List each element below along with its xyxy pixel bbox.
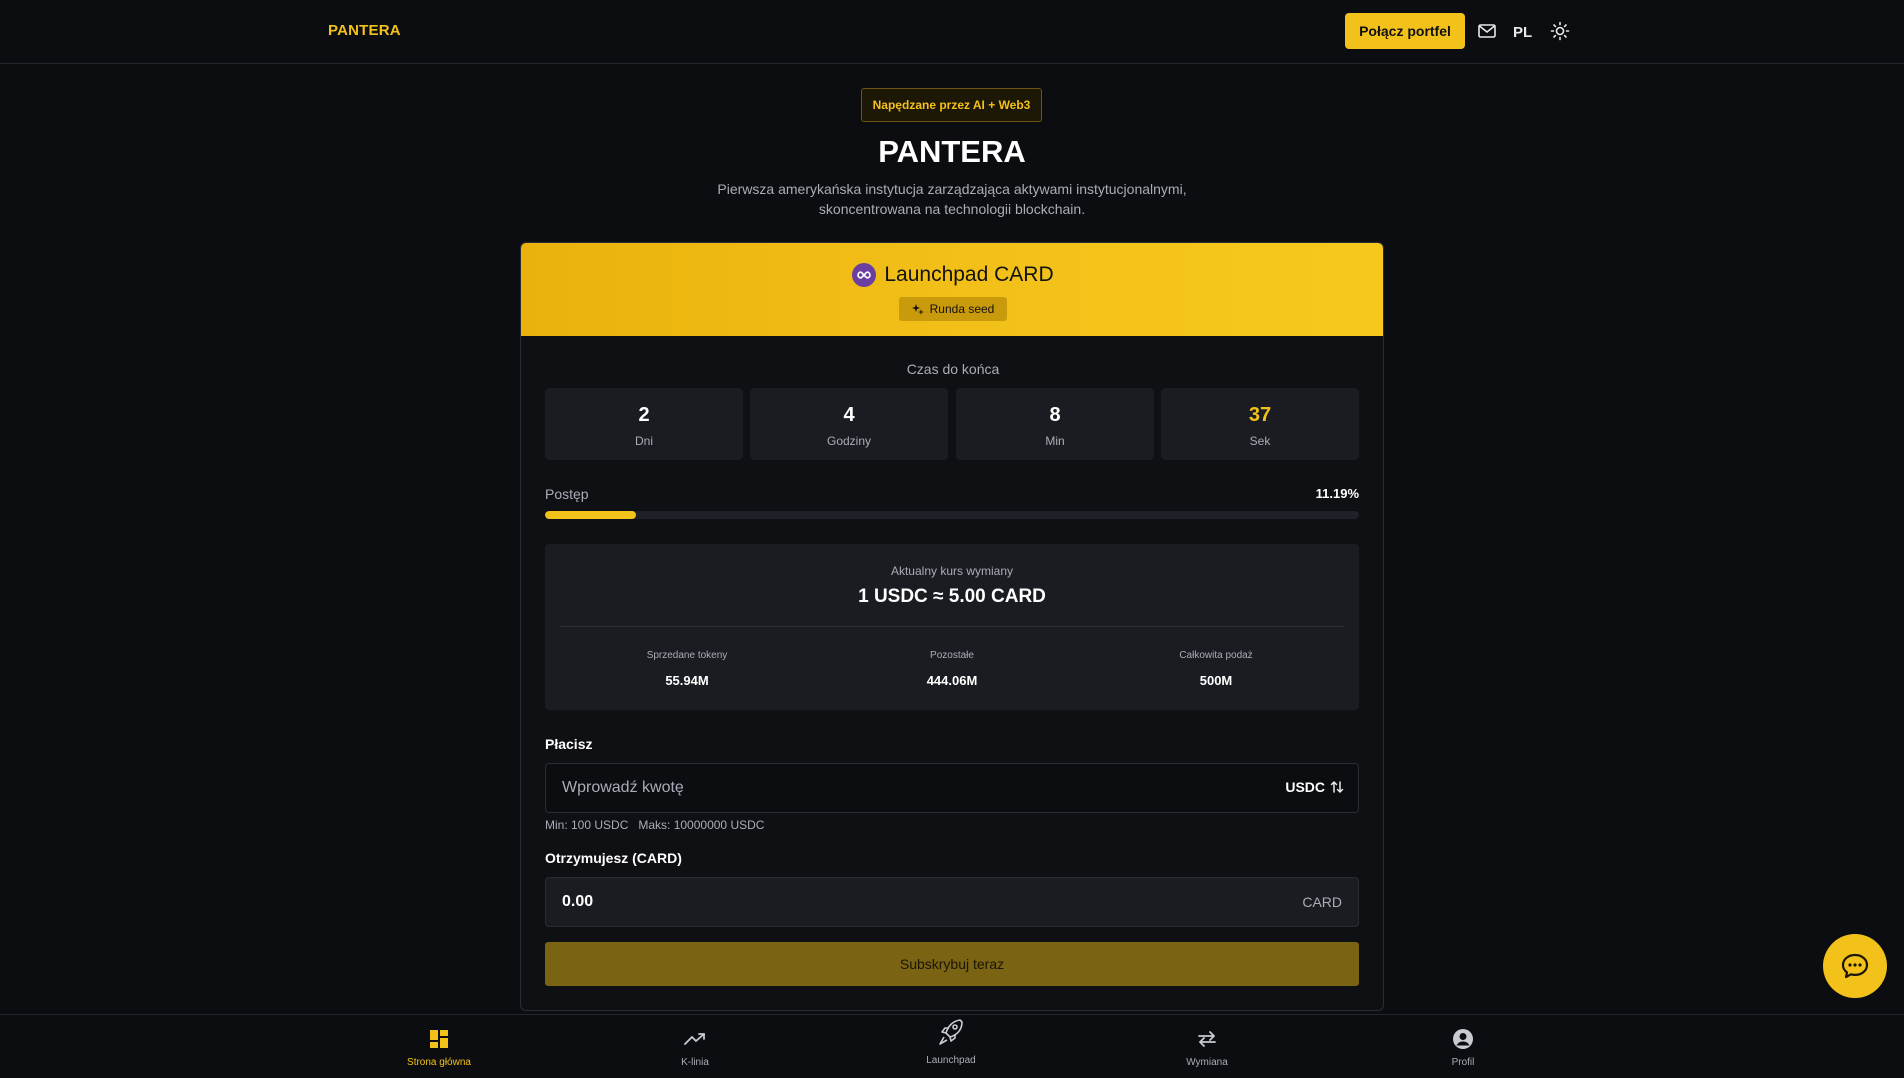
nav-launchpad[interactable]: Launchpad [891, 1015, 1011, 1078]
swap-vertical-icon [1330, 781, 1344, 793]
countdown-value: 37 [1248, 404, 1272, 426]
countdown-label: Czas do końca [906, 361, 1000, 377]
subscribe-button[interactable]: Subskrybuj teraz [545, 942, 1359, 986]
pay-label: Płacisz [545, 736, 593, 752]
chat-icon [1841, 953, 1869, 979]
stat-label: Pozostałe [930, 650, 974, 661]
stat-value: 55.94M [665, 673, 709, 688]
nav-label: Profil [1451, 1057, 1475, 1068]
max-limit: Maks: 10000000 USDC [638, 818, 765, 832]
countdown-days: 2 Dni [545, 388, 743, 460]
nav-kline[interactable]: K-linia [635, 1015, 755, 1078]
dashboard-icon [427, 1027, 451, 1051]
nav-home[interactable]: Strona główna [379, 1015, 499, 1078]
language-switcher[interactable]: PL [1513, 24, 1532, 41]
page-title: PANTERA [878, 134, 1026, 169]
countdown-unit: Sek [1249, 434, 1271, 448]
profile-icon [1451, 1027, 1475, 1051]
round-badge: Runda seed [899, 297, 1007, 321]
card-header: Launchpad CARD Runda seed [521, 243, 1383, 336]
pay-field: USDC [545, 763, 1359, 813]
currency-label: USDC [1285, 779, 1325, 795]
countdown-minutes: 8 Min [956, 388, 1154, 460]
bottom-nav: Strona główna K-linia Launchpad Wymiana … [0, 1014, 1904, 1078]
theme-toggle-icon[interactable] [1549, 20, 1571, 42]
amount-limits: Min: 100 USDC Maks: 10000000 USDC [545, 818, 764, 832]
stat-label: Sprzedane tokeny [646, 650, 728, 661]
stat-sold-tokens: Sprzedane tokeny 55.94M [587, 650, 787, 688]
top-header: PANTERA Połącz portfel PL [0, 0, 1904, 64]
currency-toggle[interactable]: USDC [1285, 779, 1344, 795]
rate-value: 1 USDC ≈ 5.00 CARD [858, 586, 1046, 607]
nav-exchange[interactable]: Wymiana [1147, 1015, 1267, 1078]
countdown-value: 4 [843, 404, 855, 426]
countdown-unit: Dni [634, 434, 653, 448]
receive-unit: CARD [1302, 894, 1342, 910]
powered-by-badge: Napędzane przez AI + Web3 [861, 88, 1042, 122]
connect-wallet-button[interactable]: Połącz portfel [1345, 13, 1465, 49]
receive-label: Otrzymujesz (CARD) [545, 850, 682, 866]
rate-label: Aktualny kurs wymiany [890, 564, 1014, 578]
launchpad-card: Launchpad CARD Runda seed Czas do końca … [520, 242, 1384, 1011]
countdown-value: 8 [1049, 404, 1061, 426]
countdown-hours: 4 Godziny [750, 388, 948, 460]
mail-icon[interactable] [1476, 20, 1498, 42]
divider [560, 626, 1344, 627]
sparkle-icon [911, 304, 924, 315]
trend-icon [683, 1027, 707, 1051]
stat-total-supply: Całkowita podaż 500M [1116, 650, 1316, 688]
nav-profile[interactable]: Profil [1403, 1015, 1523, 1078]
countdown-unit: Godziny [826, 434, 872, 448]
nav-label: Wymiana [1186, 1057, 1228, 1068]
logo[interactable]: PANTERA [328, 22, 401, 39]
card-title-text: Launchpad CARD [884, 263, 1054, 286]
stat-label: Całkowita podaż [1179, 650, 1253, 661]
token-logo-icon [852, 263, 877, 287]
stat-value: 444.06M [926, 673, 978, 688]
nav-label: K-linia [681, 1057, 709, 1068]
nav-label: Launchpad [926, 1055, 976, 1066]
chat-button[interactable] [1823, 934, 1887, 998]
receive-amount: 0.00 [562, 893, 594, 910]
pay-amount-input[interactable] [562, 764, 1162, 812]
stat-value: 500M [1199, 673, 1233, 688]
progress-fill [545, 511, 637, 519]
receive-field: 0.00 CARD [545, 877, 1359, 927]
swap-icon [1195, 1027, 1219, 1051]
round-label: Runda seed [929, 302, 995, 316]
page-subtitle: Pierwsza amerykańska instytucja zarządza… [717, 181, 1187, 217]
card-title: Launchpad CARD [521, 263, 1383, 287]
countdown-unit: Min [1045, 434, 1065, 448]
nav-label: Strona główna [407, 1057, 471, 1068]
min-limit: Min: 100 USDC [545, 818, 629, 832]
countdown-seconds: 37 Sek [1161, 388, 1359, 460]
stat-remaining: Pozostałe 444.06M [852, 650, 1052, 688]
countdown-value: 2 [638, 404, 650, 426]
progress-label: Postęp [545, 486, 589, 502]
progress-bar [545, 511, 1359, 519]
exchange-rate-panel: Aktualny kurs wymiany 1 USDC ≈ 5.00 CARD… [545, 544, 1359, 710]
progress-percent: 11.19% [1315, 486, 1359, 501]
rocket-icon [936, 1015, 966, 1049]
